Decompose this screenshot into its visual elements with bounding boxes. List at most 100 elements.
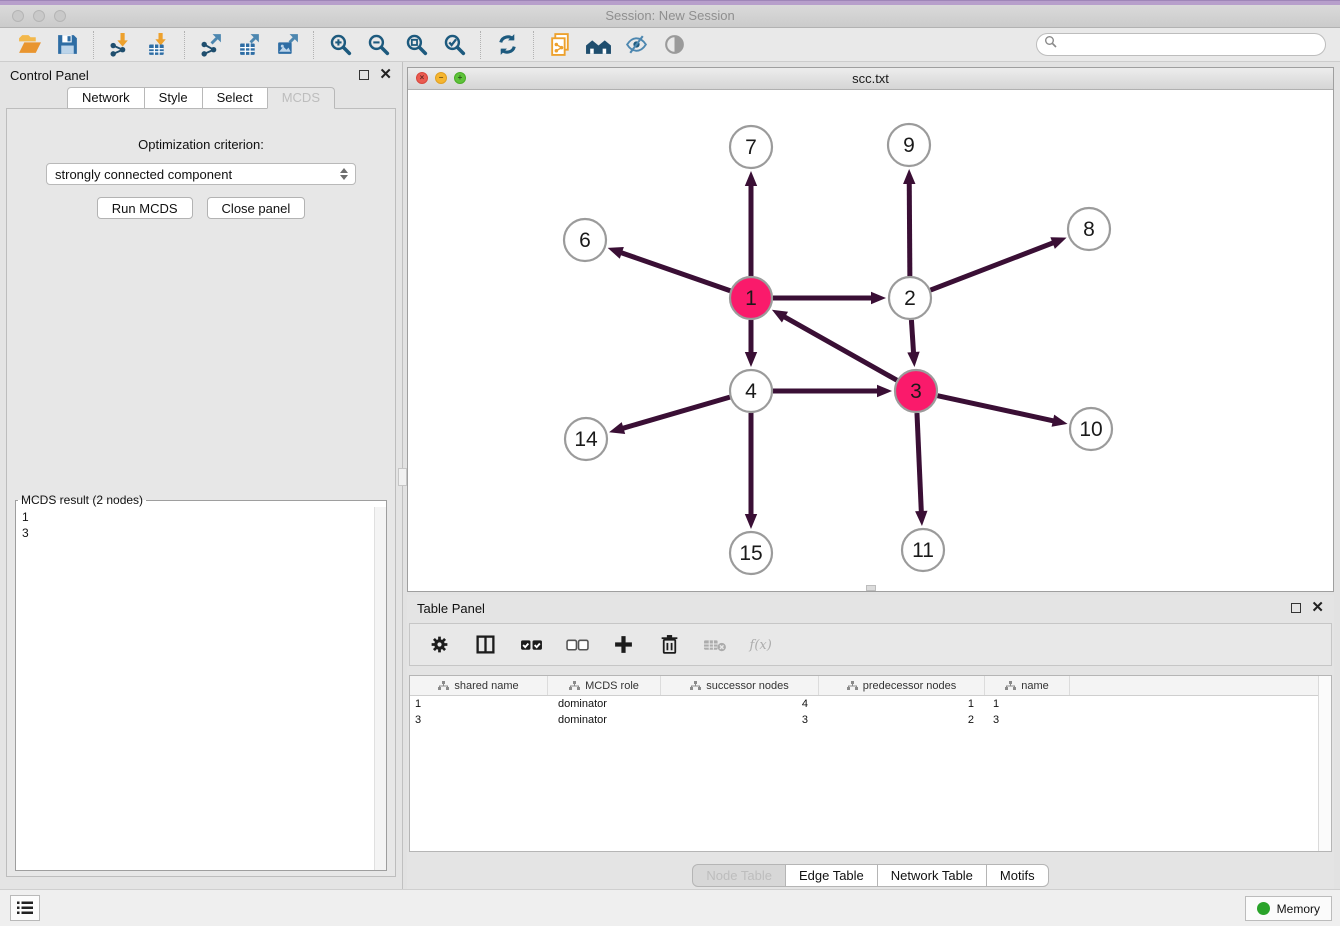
import-network-button[interactable] [101,30,139,60]
settings-button[interactable] [426,632,452,658]
criterion-dropdown-value: strongly connected component [55,167,337,182]
deselect-all-icon [566,634,589,655]
column-header-predecessor-nodes[interactable]: predecessor nodes [819,676,985,695]
delete-table-icon [703,634,728,655]
column-sort-icon [569,681,580,691]
criterion-dropdown[interactable]: strongly connected component [46,163,356,185]
search-box[interactable] [1036,33,1326,56]
column-header-label: name [1021,680,1049,692]
mcds-tab-content: Optimization criterion: strongly connect… [6,108,396,877]
close-panel-icon[interactable]: ✕ [379,70,392,80]
tab-node-table[interactable]: Node Table [692,864,786,887]
run-mcds-button[interactable]: Run MCDS [97,197,193,219]
add-column-button[interactable] [610,632,636,658]
select-all-button[interactable] [518,632,544,658]
zoom-out-button[interactable] [359,30,397,60]
column-header-label: shared name [454,680,518,692]
float-table-panel-icon[interactable] [1291,603,1301,613]
dropdown-stepper-icon [337,168,355,180]
table-cell: 3 [661,714,819,726]
export-table-button[interactable] [230,30,268,60]
export-image-icon [275,32,300,57]
float-panel-icon[interactable] [359,70,369,80]
table-scrollbar[interactable] [1318,676,1331,851]
edge-3-11[interactable] [917,413,921,513]
column-header-successor-nodes[interactable]: successor nodes [661,676,819,695]
network-view-window: × − + scc.txt 1234678910111415 [407,67,1334,592]
function-icon: f(x) [748,633,774,657]
hide-panel-button[interactable] [617,30,655,60]
import-network-icon [108,32,133,57]
save-session-button[interactable] [48,30,86,60]
task-history-button[interactable] [10,895,40,921]
deselect-all-button[interactable] [564,632,590,658]
control-panel: Control Panel ✕ NetworkStyleSelectMCDS O… [0,62,403,889]
edge-3-10[interactable] [937,396,1054,421]
graph-node-label-2: 2 [904,287,916,310]
column-header-shared-name[interactable]: shared name [410,676,548,695]
add-column-icon [613,634,634,655]
refresh-button[interactable] [488,30,526,60]
splitter-handle[interactable] [398,468,407,486]
window-titlebar: Session: New Session [0,5,1340,28]
select-all-icon [520,634,543,655]
edge-4-14[interactable] [622,397,730,429]
mcds-result-line: 1 [17,509,385,525]
hide-panel-icon [624,32,649,57]
home-icon [585,32,612,57]
home-button[interactable] [579,30,617,60]
status-bar: Memory [0,889,1340,926]
search-input[interactable] [1062,36,1325,54]
toolbar-separator [184,31,185,59]
delete-column-button[interactable] [656,632,682,658]
settings-icon [429,634,450,655]
tab-motifs[interactable]: Motifs [986,864,1049,887]
tab-edge-table[interactable]: Edge Table [785,864,878,887]
table-toolbar: f(x) [409,623,1332,666]
columns-button[interactable] [472,632,498,658]
table-row[interactable]: 1dominator411 [410,696,1331,712]
tab-mcds[interactable]: MCDS [267,87,335,109]
new-network-button[interactable] [541,30,579,60]
import-table-button[interactable] [139,30,177,60]
show-panel-button[interactable] [655,30,693,60]
column-header-name[interactable]: name [985,676,1070,695]
close-panel-button[interactable]: Close panel [207,197,306,219]
main-area: Control Panel ✕ NetworkStyleSelectMCDS O… [0,62,1340,889]
open-session-button[interactable] [10,30,48,60]
tab-select[interactable]: Select [202,87,268,109]
export-network-icon [199,32,224,57]
tab-style[interactable]: Style [144,87,203,109]
column-header-filler [1070,676,1331,695]
network-resize-handle[interactable] [866,585,876,591]
export-image-button[interactable] [268,30,306,60]
tab-network[interactable]: Network [67,87,145,109]
edge-2-9[interactable] [909,182,910,276]
edge-arrowhead [871,292,886,304]
result-scrollbar[interactable] [374,507,386,870]
edge-2-8[interactable] [931,242,1055,290]
memory-button[interactable]: Memory [1245,896,1332,921]
edge-1-6[interactable] [620,252,730,291]
mcds-result-box: MCDS result (2 nodes) 13 [15,493,387,871]
mcds-result-text[interactable]: 13 [17,509,385,869]
zoom-fit-button[interactable] [397,30,435,60]
close-table-panel-icon[interactable]: ✕ [1311,603,1324,613]
edge-3-1[interactable] [783,316,897,380]
function-button: f(x) [748,632,774,658]
tab-network-table[interactable]: Network Table [877,864,987,887]
table-row[interactable]: 3dominator323 [410,712,1331,728]
zoom-fit-icon [404,32,429,57]
delete-table-button [702,632,728,658]
table-panel: Table Panel ✕ f(x) shared nameMCDS roles… [407,595,1334,889]
export-network-button[interactable] [192,30,230,60]
network-graph-canvas[interactable]: 1234678910111415 [408,90,1333,591]
zoom-in-button[interactable] [321,30,359,60]
column-header-MCDS-role[interactable]: MCDS role [548,676,661,695]
zoom-selected-button[interactable] [435,30,473,60]
graph-node-label-10: 10 [1079,418,1102,441]
edge-2-3[interactable] [911,320,913,354]
column-sort-icon [1005,681,1016,691]
network-window-titlebar[interactable]: × − + scc.txt [408,68,1333,90]
column-sort-icon [690,681,701,691]
